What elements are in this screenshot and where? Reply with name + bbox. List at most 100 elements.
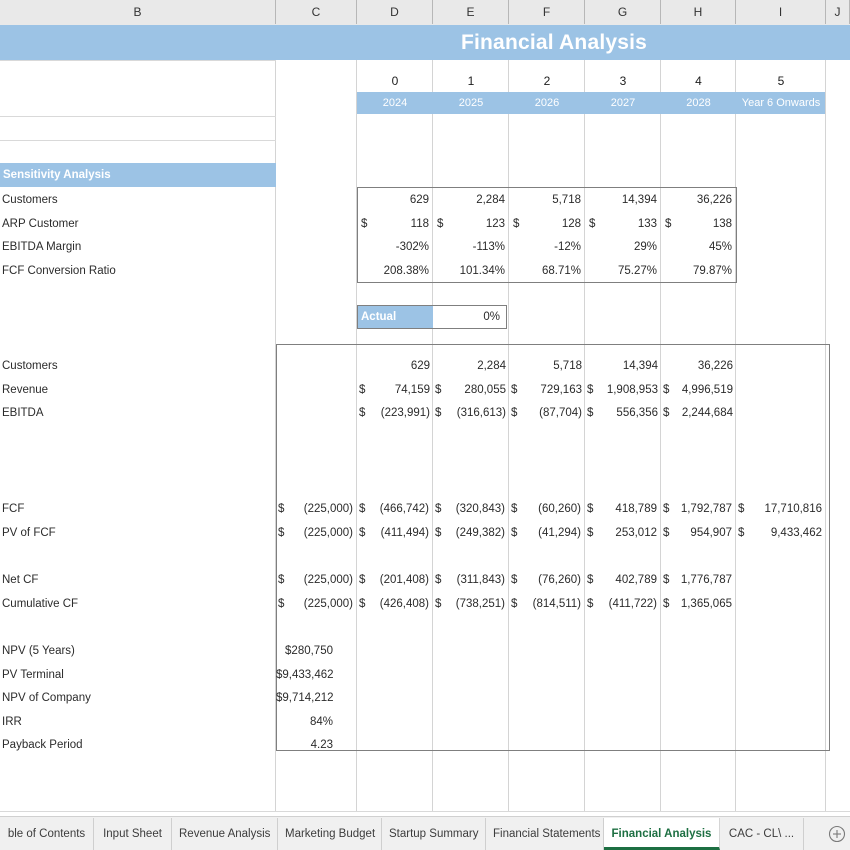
netcf-label-1: Cumulative CF (2, 597, 79, 610)
sheet-tab-bar: ble of Contents Input Sheet Revenue Analys… (0, 816, 850, 850)
sensitivity-label-1: ARP Customer (2, 217, 79, 230)
sensitivity-value-0-4: 36,226 (696, 194, 732, 206)
period-number-2: 2 (543, 74, 551, 88)
summary-value-3: 84% (309, 715, 333, 728)
sensitivity-value-1-3: 133 (637, 217, 657, 230)
sensitivity-value-0-0: 629 (409, 194, 429, 206)
sensitivity-value-1-2: 128 (561, 217, 581, 230)
netcf-value-0-5: 1,776,787 (680, 574, 732, 586)
sensitivity-value-3-3: 75.27% (617, 264, 657, 277)
netcf-value-1-5: 1,365,065 (680, 597, 732, 610)
sensitivity-value-2-1: -113% (472, 241, 505, 254)
add-sheet-icon[interactable] (828, 825, 846, 843)
grid-row-line (0, 60, 276, 61)
summary-label-0: NPV (5 Years) (2, 645, 75, 657)
main-value-0-4: 36,226 (697, 360, 733, 372)
column-header-i[interactable]: I (736, 0, 826, 24)
period-number-0: 0 (391, 74, 399, 88)
main-value-2-0: (223,991) (380, 407, 430, 420)
cashflow-value-1-1: (411,494) (380, 526, 429, 539)
sensitivity-value-3-0: 208.38% (383, 264, 429, 277)
summary-label-4: Payback Period (2, 739, 83, 752)
main-value-1-3: 1,908,953 (606, 383, 658, 396)
column-header-g[interactable]: G (585, 0, 661, 24)
column-header-f[interactable]: F (509, 0, 585, 24)
column-header-b[interactable]: B (0, 0, 276, 24)
main-value-2-1: (316,613) (456, 407, 506, 420)
sensitivity-value-3-1: 101.34% (459, 264, 505, 277)
sheet-tab-startup-summary[interactable]: Startup Summary (382, 818, 486, 850)
sheet-tab-marketing-budget[interactable]: Marketing Budget (278, 818, 382, 850)
sensitivity-label-0: Customers (2, 194, 58, 206)
sensitivity-value-2-0: -302% (395, 241, 429, 254)
sensitivity-label-3: FCF Conversion Ratio (2, 264, 116, 277)
main-value-0-3: 14,394 (622, 360, 658, 372)
actual-value-input[interactable]: 0% (433, 306, 505, 328)
year-label-3: 2027 (610, 97, 636, 109)
main-value-2-3: 556,356 (616, 407, 658, 420)
year-label-0: 2024 (382, 97, 408, 109)
cashflow-value-0-4: 418,789 (615, 503, 657, 515)
sensitivity-value-1-1: 123 (485, 217, 505, 230)
year-label-1: 2025 (458, 97, 484, 109)
cashflow-value-0-6: 17,710,816 (764, 503, 822, 515)
grid-row-line (0, 116, 276, 117)
cashflow-value-1-4: 253,012 (615, 526, 657, 539)
main-value-1-1: 280,055 (464, 383, 506, 396)
summary-label-3: IRR (2, 715, 22, 728)
grid-row-line (0, 811, 850, 812)
cashflow-value-1-2: (249,382) (455, 526, 505, 539)
column-header-d[interactable]: D (357, 0, 433, 24)
period-number-5: 5 (777, 74, 785, 88)
sensitivity-value-2-4: 45% (708, 241, 732, 254)
column-header-h[interactable]: H (661, 0, 736, 24)
netcf-value-1-1: (426,408) (379, 597, 429, 610)
netcf-value-0-2: (311,843) (456, 574, 505, 586)
netcf-value-1-4: (411,722) (608, 597, 657, 610)
netcf-value-1-0: (225,000) (303, 597, 353, 610)
cashflow-value-1-0: (225,000) (303, 526, 353, 539)
summary-label-1: PV Terminal (2, 668, 64, 681)
netcf-value-1-2: (738,251) (455, 597, 505, 610)
main-label-1: Revenue (2, 383, 49, 396)
cashflow-value-1-6: 9,433,462 (770, 526, 822, 539)
column-header-j[interactable]: J (826, 0, 850, 24)
sensitivity-value-3-4: 79.87% (692, 264, 732, 277)
netcf-value-0-3: (76,260) (538, 574, 581, 586)
sheet-tab-input-sheet[interactable]: Input Sheet (94, 818, 172, 850)
page-title: Financial Analysis (460, 31, 648, 54)
main-value-2-4: 2,244,684 (681, 407, 733, 420)
sheet-tab-ble-of-contents[interactable]: ble of Contents (0, 818, 94, 850)
cashflow-value-0-2: (320,843) (455, 503, 505, 515)
summary-value-1: $9,433,462 (276, 668, 334, 681)
sensitivity-value-1-4: 138 (712, 217, 732, 230)
main-value-0-0: 629 (410, 360, 430, 372)
column-header-row: BCDEFGHIJ (0, 0, 850, 26)
sheet-tab-revenue-analysis[interactable]: Revenue Analysis (172, 818, 278, 850)
actual-label: Actual (358, 306, 433, 328)
column-header-c[interactable]: C (276, 0, 357, 24)
period-number-1: 1 (467, 74, 475, 88)
sensitivity-value-1-0: 118 (410, 217, 429, 230)
sensitivity-value-0-2: 5,718 (552, 194, 581, 206)
main-label-2: EBITDA (2, 407, 44, 420)
spreadsheet-canvas: BCDEFGHIJ Financial Analysis 0 123 4 5 2024… (0, 0, 850, 850)
netcf-value-0-0: (225,000) (303, 574, 353, 586)
sensitivity-value-0-3: 14,394 (621, 194, 657, 206)
netcf-value-0-1: (201,408) (379, 574, 429, 586)
sheet-tab-financial-analysis[interactable]: Financial Analysis (604, 818, 720, 850)
sheet-tab-financial-statements[interactable]: Financial Statements (486, 818, 604, 850)
summary-value-2: $9,714,212 (276, 692, 334, 705)
cashflow-value-0-5: 1,792,787 (680, 503, 732, 515)
column-header-e[interactable]: E (433, 0, 509, 24)
cashflow-value-0-0: (225,000) (303, 503, 353, 515)
year-label-2: 2026 (534, 97, 560, 109)
cashflow-value-0-3: (60,260) (538, 503, 581, 515)
main-value-1-4: 4,996,519 (681, 383, 733, 396)
netcf-label-0: Net CF (2, 574, 39, 586)
sensitivity-value-2-2: -12% (554, 241, 581, 254)
netcf-value-1-3: (814,511) (532, 597, 581, 610)
period-number-4: 4 (695, 74, 702, 88)
sheet-tab-cac-cl[interactable]: CAC - CL\ ... (720, 818, 804, 850)
cashflow-value-1-3: (41,294) (538, 526, 581, 539)
